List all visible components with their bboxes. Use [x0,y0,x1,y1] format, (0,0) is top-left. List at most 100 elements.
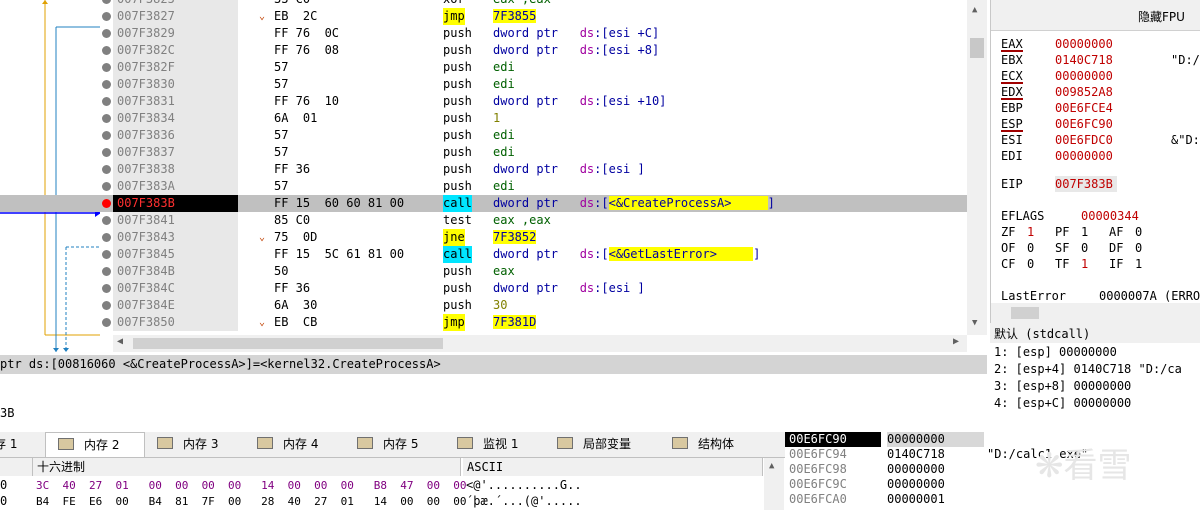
disasm-row[interactable]: 007F383B FF 15 60 60 81 00 call dword ptr d… [0,195,967,212]
scroll-down-icon[interactable]: ▼ [972,318,977,328]
scroll-left-icon[interactable]: ◀ [117,336,123,347]
register-value[interactable]: 00000000 [1055,68,1113,84]
breakpoint-dot-icon[interactable] [102,267,111,276]
breakpoint-dot-icon[interactable] [102,29,111,38]
mem-stack-value[interactable]: 0140C718 [887,447,945,462]
dump-hex[interactable]: 3C 40 27 01 00 00 00 00 14 00 00 00 B8 4… [36,478,466,493]
stack-args-pane[interactable]: 1: [esp] 00000000 2: [esp+4] 0140C718 "D:… [990,343,1200,428]
breakpoint-dot-icon[interactable] [102,114,111,123]
breakpoint-dot-icon[interactable] [102,182,111,191]
mem-stack-address[interactable]: 00E6FC90 [785,432,881,447]
disasm-address[interactable]: 007F3827 [113,8,238,25]
disasm-row[interactable]: 007F3834 6A 01 push 1 [0,110,967,127]
disasm-row[interactable]: 007F3843 ⌄ 75 0D jne 7F3852 [0,229,967,246]
disasm-address[interactable]: 007F3831 [113,93,238,110]
stack-arg-row[interactable]: 1: [esp] 00000000 [994,344,1117,360]
registers-pane[interactable]: 隐藏FPU EAX 00000000 EBX 0140C718 "D:/ECX 00000… [990,0,1200,325]
memory-dump-pane[interactable]: 十六进制 ASCII ▲ 0 3C 40 27 01 00 00 00 00 14… [0,458,785,510]
mem-stack-address[interactable]: 00E6FC9C [785,477,881,492]
lasterror-value[interactable]: 0000007A (ERROR [1099,288,1200,304]
disasm-address[interactable]: 007F3850 [113,314,238,331]
disasm-row[interactable]: 007F382F 57 push edi [0,59,967,76]
dump-address[interactable]: 0 [0,494,7,509]
register-value[interactable]: 00E6FDC0 [1055,132,1113,148]
breakpoint-dot-icon[interactable] [102,97,111,106]
disasm-address[interactable]: 007F383A [113,178,238,195]
breakpoint-dot-icon[interactable] [102,284,111,293]
flag-value[interactable]: 1 [1081,256,1088,272]
calling-convention-bar[interactable]: 默认 (stdcall) [990,323,1200,343]
dump-ascii[interactable]: ´þæ.´...(@'..... [466,494,582,509]
tab-0[interactable]: 存 1 [0,432,44,457]
disasm-address[interactable]: 007F3838 [113,161,238,178]
registers-hscrollbar-thumb[interactable] [1011,307,1039,319]
dump-address[interactable]: 0 [0,478,7,493]
scrollbar-thumb[interactable] [970,38,984,58]
breakpoint-dot-icon[interactable] [102,165,111,174]
breakpoint-dot-icon[interactable] [102,0,111,4]
disasm-address[interactable]: 007F3845 [113,246,238,263]
flag-value[interactable]: 0 [1135,224,1142,240]
disasm-row[interactable]: 007F384E 6A 30 push 30 [0,297,967,314]
mem-stack-value[interactable]: 00000000 [887,432,984,447]
memory-stack-pane[interactable]: 00E6FC90 00000000 00E6FC94 0140C718 "D:/calc… [785,432,1200,510]
disassembly-view[interactable]: 007F3825 33 C0 xor eax ,eax 007F3827 ⌄ EB 2C jm… [0,0,987,352]
disasm-row[interactable]: 007F3845 FF 15 5C 61 81 00 call dword ptr d… [0,246,967,263]
disasm-address[interactable]: 007F384E [113,297,238,314]
breakpoint-dot-icon[interactable] [102,63,111,72]
stack-arg-row[interactable]: 3: [esp+8] 00000000 [994,378,1131,394]
breakpoint-dot-icon[interactable] [102,80,111,89]
breakpoint-dot-icon[interactable] [102,148,111,157]
tab-7[interactable]: 结构体 [660,432,770,457]
registers-hscrollbar[interactable] [991,303,1200,323]
disasm-row[interactable]: 007F3829 FF 76 0C push dword ptr ds:[esi +C… [0,25,967,42]
calling-convention-label[interactable]: 默认 (stdcall) [994,325,1090,342]
register-value[interactable]: 009852A8 [1055,84,1113,100]
disasm-address[interactable]: 007F3841 [113,212,238,229]
disasm-row[interactable]: 007F3841 85 C0 test eax ,eax [0,212,967,229]
tab-6[interactable]: 局部变量 [545,432,660,457]
eip-value[interactable]: 007F383B [1055,176,1117,192]
disasm-address[interactable]: 007F3825 [113,0,238,8]
disasm-row[interactable]: 007F3850 ⌄ EB CB jmp 7F381D [0,314,967,331]
disasm-address[interactable]: 007F384B [113,263,238,280]
dump-ascii[interactable]: <@'..........G.. [466,478,582,493]
register-value[interactable]: 00E6FC90 [1055,116,1113,132]
mem-stack-address[interactable]: 00E6FC98 [785,462,881,477]
flag-value[interactable]: 1 [1081,224,1088,240]
disasm-address[interactable]: 007F384C [113,280,238,297]
disasm-address[interactable]: 007F3843 [113,229,238,246]
tab-2[interactable]: 内存 3 [145,432,245,457]
dump-hex[interactable]: B4 FE E6 00 B4 81 7F 00 28 40 27 01 14 0… [36,494,466,509]
tab-3[interactable]: 内存 4 [245,432,345,457]
mem-stack-value[interactable]: 00000000 [887,477,945,492]
disasm-row[interactable]: 007F3831 FF 76 10 push dword ptr ds:[esi +1… [0,93,967,110]
flag-value[interactable]: 1 [1027,224,1034,240]
breakpoint-dot-icon[interactable] [102,12,111,21]
dump-scroll-up-icon[interactable]: ▲ [769,461,774,471]
tab-4[interactable]: 内存 5 [345,432,445,457]
eflags-value[interactable]: 00000344 [1081,208,1139,224]
register-value[interactable]: 0140C718 [1055,52,1113,68]
disasm-address[interactable]: 007F382C [113,42,238,59]
disasm-row[interactable]: 007F3837 57 push edi [0,144,967,161]
flag-value[interactable]: 0 [1081,240,1088,256]
flag-value[interactable]: 0 [1027,240,1034,256]
hscrollbar-thumb[interactable] [133,338,443,349]
register-value[interactable]: 00000000 [1055,148,1113,164]
disasm-row[interactable]: 007F3836 57 push edi [0,127,967,144]
hide-fpu-button[interactable]: 隐藏FPU [1138,8,1185,25]
tab-5[interactable]: 监视 1 [445,432,545,457]
register-value[interactable]: 00000000 [1055,36,1113,52]
register-value[interactable]: 00E6FCE4 [1055,100,1113,116]
disasm-address[interactable]: 007F3837 [113,144,238,161]
disasm-address[interactable]: 007F3834 [113,110,238,127]
disasm-row[interactable]: 007F3830 57 push edi [0,76,967,93]
disasm-address[interactable]: 007F3830 [113,76,238,93]
scroll-up-icon[interactable]: ▲ [972,5,977,15]
disasm-row[interactable]: 007F384B 50 push eax [0,263,967,280]
disasm-row[interactable]: 007F3838 FF 36 push dword ptr ds:[esi ] [0,161,967,178]
disasm-horizontal-scrollbar[interactable]: ◀ ▶ [113,335,967,352]
mem-stack-value[interactable]: 00000001 [887,492,945,507]
breakpoint-dot-icon[interactable] [102,131,111,140]
